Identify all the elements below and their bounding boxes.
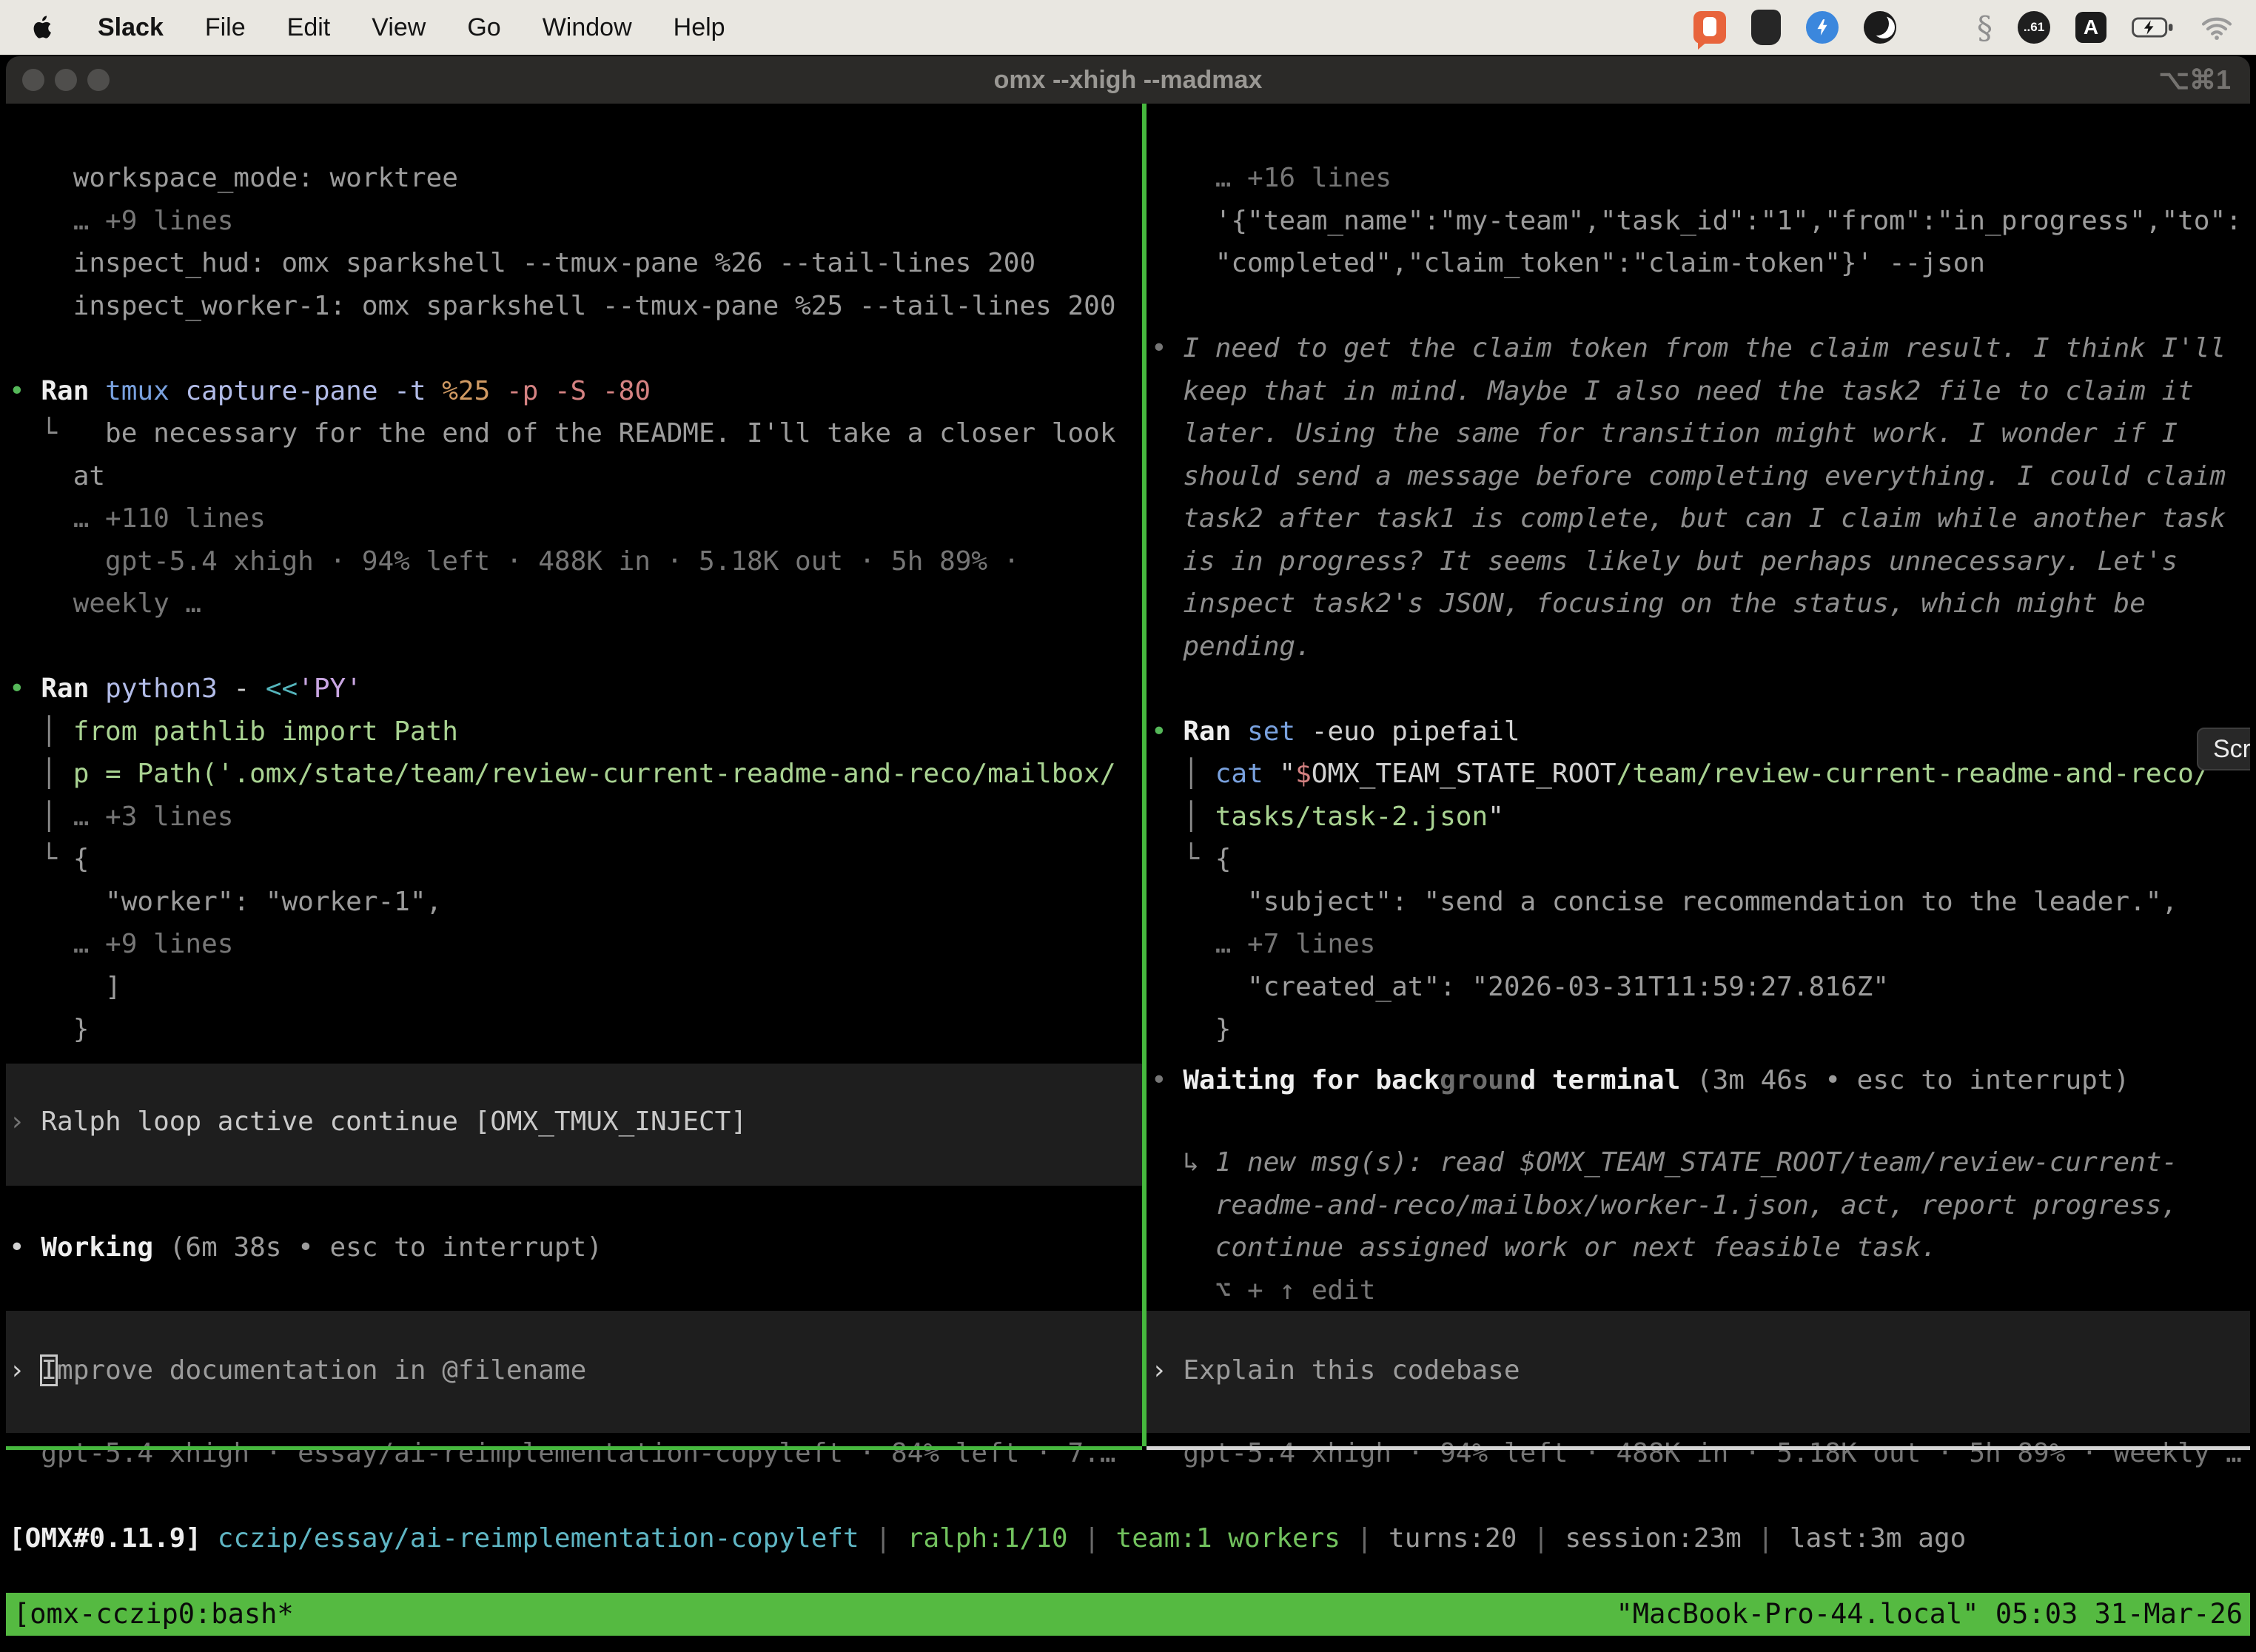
tmux-status-bar: [omx-cczip0:bash* "MacBook-Pro-44.local"…	[6, 1593, 2250, 1636]
blue-bolt-badge-icon[interactable]	[1806, 11, 1839, 44]
squiggle-icon[interactable]: §	[1977, 10, 1993, 46]
chat-icon[interactable]	[1693, 11, 1726, 44]
pane-divider[interactable]	[1142, 104, 1147, 1446]
screen-tooltip-button[interactable]: Scre	[2197, 728, 2250, 770]
right-pane-border	[1147, 1446, 2250, 1450]
battery-charging-icon[interactable]	[2132, 16, 2175, 38]
wifi-icon[interactable]	[2200, 14, 2234, 41]
menu-edit[interactable]: Edit	[287, 13, 331, 42]
left-inject-text: › Ralph loop active continue [OMX_TMUX_I…	[9, 1101, 747, 1144]
titlebar: omx --xhigh --madmax ⌥⌘1	[6, 56, 2250, 104]
right-model-status: gpt-5.4 xhigh · 94% left · 488K in · 5.1…	[1151, 1432, 2242, 1475]
menu-go[interactable]: Go	[467, 13, 500, 42]
menubar: Slack File Edit View Go Window Help § ..…	[0, 0, 2256, 55]
terminal-window: omx --xhigh --madmax ⌥⌘1 workspace_mode:…	[6, 56, 2250, 1649]
right-message-block: ↳ 1 new msg(s): read $OMX_TEAM_STATE_ROO…	[1151, 1141, 2178, 1312]
terminal-body: workspace_mode: worktree … +9 lines insp…	[6, 104, 2250, 1649]
right-waiting-status: • Waiting for background terminal (3m 46…	[1151, 1059, 2129, 1102]
omx-status-line: [OMX#0.11.9] cczip/essay/ai-reimplementa…	[9, 1517, 1966, 1560]
window-shortcut-badge: ⌥⌘1	[2158, 56, 2231, 104]
left-model-status: gpt-5.4 xhigh · essay/ai-reimplementatio…	[9, 1432, 1116, 1475]
apple-menu-icon[interactable]	[31, 13, 56, 42]
tmux-session-label: [omx-cczip0:bash*	[13, 1593, 294, 1636]
left-working-status: • Working (6m 38s • esc to interrupt)	[9, 1226, 602, 1269]
shield-grid-icon[interactable]	[1751, 10, 1781, 45]
left-prompt-input[interactable]: › Improve documentation in @filename	[9, 1349, 586, 1392]
dots-grid-icon[interactable]	[1921, 13, 1952, 43]
menu-help[interactable]: Help	[674, 13, 725, 42]
right-pane-output[interactable]: … +16 lines '{"team_name":"my-team","tas…	[1151, 157, 2242, 1051]
crescent-icon[interactable]	[1864, 11, 1896, 44]
menu-file[interactable]: File	[205, 13, 246, 42]
left-pane-output[interactable]: workspace_mode: worktree … +9 lines insp…	[9, 157, 1116, 1051]
right-prompt-input[interactable]: › Explain this codebase	[1151, 1349, 1520, 1392]
left-pane-border	[6, 1446, 1142, 1450]
app-menu-slack[interactable]: Slack	[98, 13, 164, 42]
tmux-host-clock: "MacBook-Pro-44.local" 05:03 31-Mar-26	[1617, 1593, 2243, 1636]
letter-a-icon[interactable]: A	[2075, 12, 2106, 43]
menu-view[interactable]: View	[372, 13, 426, 42]
menu-window[interactable]: Window	[543, 13, 632, 42]
window-title: omx --xhigh --madmax	[6, 56, 2250, 104]
circle-61-icon[interactable]: ..61	[2018, 11, 2050, 44]
